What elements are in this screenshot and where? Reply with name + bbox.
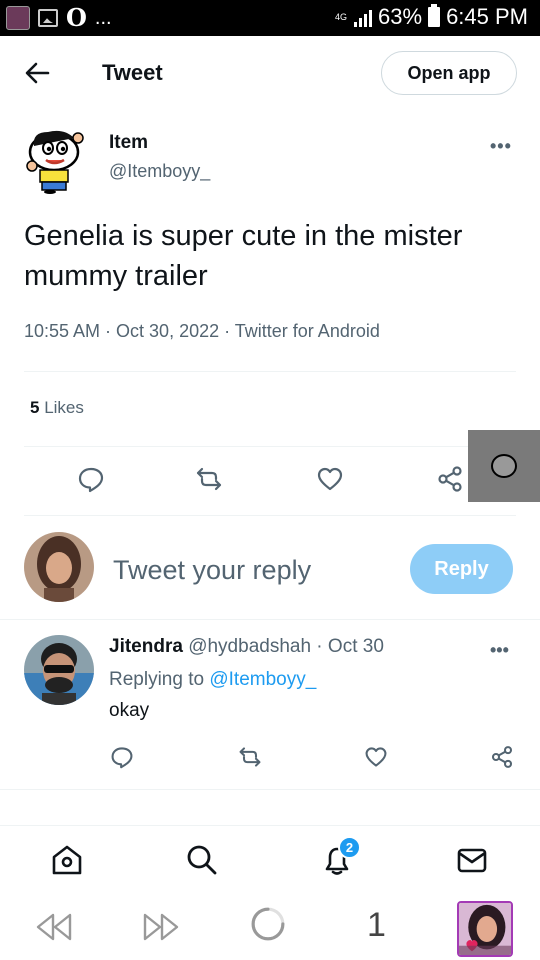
reply-author-photo: [24, 635, 94, 705]
battery-percent: 63%: [378, 4, 423, 29]
fast-forward-icon: [143, 913, 179, 941]
author-handle[interactable]: @Itemboyy_: [109, 161, 210, 182]
divider: [0, 789, 540, 790]
likes-label: Likes: [39, 398, 84, 417]
status-right: 4G 63% 6:45 PM: [334, 4, 528, 30]
floating-overlay-button[interactable]: [468, 430, 540, 502]
divider: [24, 371, 516, 372]
like-action-button[interactable]: [316, 465, 346, 495]
author-name[interactable]: Item: [109, 132, 148, 154]
retweet-icon: [196, 467, 222, 491]
user-photo: [24, 532, 94, 602]
browser-reload-button[interactable]: [248, 906, 294, 952]
more-notifications-indicator: ...: [94, 7, 112, 29]
reply-author-name[interactable]: Jitendra: [109, 636, 183, 657]
clock: 6:45 PM: [446, 4, 528, 29]
back-arrow-icon: [25, 62, 50, 84]
retweet-icon: [239, 747, 261, 767]
reply-author-avatar[interactable]: [24, 635, 94, 705]
retweet-action-button[interactable]: [195, 465, 225, 495]
share-icon: [438, 466, 462, 492]
reply-action-button[interactable]: [77, 465, 107, 495]
divider: [0, 619, 540, 620]
app-notification-icon: [6, 6, 30, 30]
current-user-avatar: [24, 532, 94, 602]
messages-icon: [457, 848, 487, 873]
network-type: 4G: [335, 11, 348, 22]
nav-search[interactable]: [185, 843, 221, 879]
reply-author-handle[interactable]: @hydbadshah: [188, 636, 311, 657]
reply-button[interactable]: Reply: [410, 544, 513, 594]
comment-icon: [78, 467, 104, 493]
notification-o-icon: O: [66, 3, 87, 32]
nav-messages[interactable]: [455, 843, 491, 879]
comment-icon: [111, 747, 133, 769]
open-app-button[interactable]: Open app: [381, 51, 517, 95]
likes-count[interactable]: 5 Likes: [30, 398, 84, 418]
signal-icon: [354, 7, 373, 27]
loading-spinner-icon: [251, 907, 285, 941]
reply-comment-button[interactable]: [110, 745, 136, 771]
heart-icon: [365, 747, 387, 767]
status-left: O ...: [6, 6, 112, 30]
replying-to: Replying to @Itemboyy_: [109, 669, 316, 691]
bottom-nav-divider: [0, 825, 540, 826]
reply-text: okay: [109, 700, 150, 721]
search-icon: [187, 845, 217, 875]
browser-forward-button[interactable]: [141, 909, 181, 945]
browser-profile-button[interactable]: [457, 901, 513, 957]
status-bar: O ... 4G 63% 6:45 PM: [0, 0, 540, 36]
author-avatar[interactable]: [24, 126, 88, 194]
replying-mention-link[interactable]: @Itemboyy_: [209, 669, 316, 690]
tweet-more-button[interactable]: •••: [490, 136, 512, 157]
reply-more-button[interactable]: •••: [490, 640, 509, 661]
top-bar: Tweet Open app: [0, 36, 540, 110]
back-button[interactable]: [22, 58, 52, 88]
divider: [24, 515, 516, 516]
gallery-icon: [38, 9, 58, 27]
tab-count-button[interactable]: 1: [367, 906, 386, 945]
notification-badge: 2: [338, 836, 361, 859]
reply-input[interactable]: Tweet your reply: [113, 555, 311, 586]
tweet-timestamp: 10:55 AM · Oct 30, 2022 · Twitter for An…: [24, 321, 380, 341]
battery-icon: [428, 4, 441, 27]
reply-like-button[interactable]: [364, 745, 390, 771]
divider: [24, 446, 516, 447]
home-icon: [52, 845, 82, 875]
reply-date: · Oct 30: [311, 636, 384, 657]
profile-thumbnail-image: [459, 903, 511, 955]
reply-retweet-button[interactable]: [238, 745, 264, 771]
reply-share-button[interactable]: [490, 745, 516, 771]
browser-back-button[interactable]: [34, 909, 74, 945]
nav-home[interactable]: [50, 843, 86, 879]
replying-prefix: Replying to: [109, 669, 210, 690]
rewind-icon: [36, 913, 72, 941]
cartoon-avatar-image: [26, 130, 84, 194]
share-action-button[interactable]: [436, 465, 466, 495]
page-title: Tweet: [102, 60, 163, 85]
circle-icon: [491, 454, 517, 478]
heart-icon: [317, 467, 343, 491]
reply-header: Jitendra @hydbadshah · Oct 30: [109, 636, 384, 658]
tweet-text: Genelia is super cute in the mister mumm…: [24, 220, 463, 292]
share-icon: [491, 746, 513, 768]
